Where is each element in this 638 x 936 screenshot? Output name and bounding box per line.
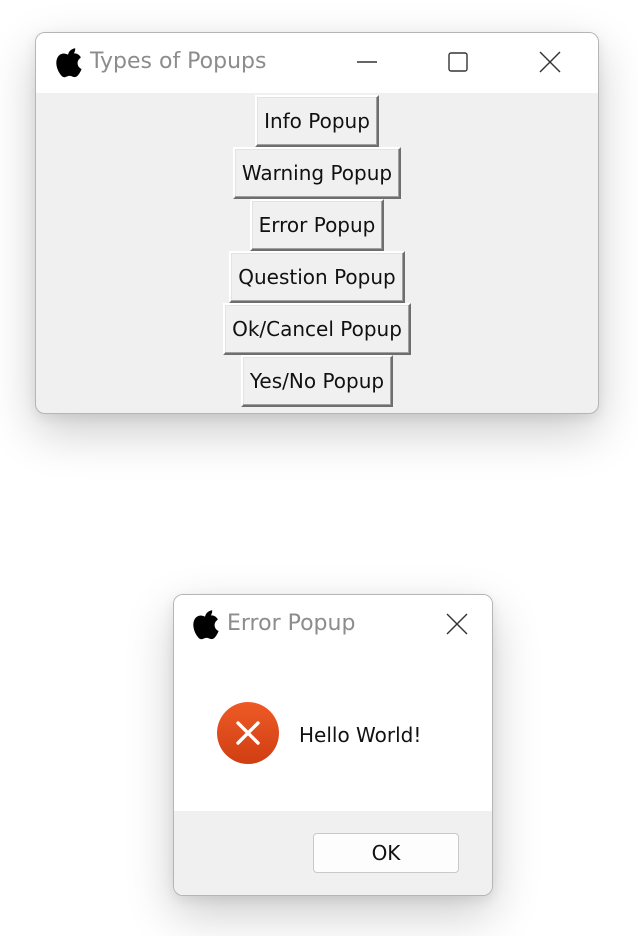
close-button[interactable] — [535, 47, 565, 77]
dialog-message: Hello World! — [299, 723, 422, 747]
question-popup-button[interactable]: Question Popup — [229, 251, 405, 303]
minimize-button[interactable] — [352, 47, 382, 77]
error-popup-button[interactable]: Error Popup — [249, 199, 385, 251]
dialog-title: Error Popup — [227, 611, 356, 636]
error-icon — [217, 702, 279, 764]
popup-button-list: Info Popup Warning Popup Error Popup Que… — [36, 94, 598, 407]
maximize-button[interactable] — [443, 47, 473, 77]
maximize-icon — [448, 52, 468, 72]
close-icon — [446, 613, 468, 635]
yes-no-popup-button[interactable]: Yes/No Popup — [240, 355, 394, 407]
dialog-close-button[interactable] — [442, 609, 472, 639]
ok-cancel-popup-button[interactable]: Ok/Cancel Popup — [223, 303, 411, 355]
close-icon — [539, 51, 561, 73]
apple-logo-icon — [56, 48, 82, 78]
ok-button[interactable]: OK — [313, 833, 459, 873]
warning-popup-button[interactable]: Warning Popup — [232, 147, 402, 199]
error-dialog: Error Popup Hello World! OK — [173, 594, 493, 896]
info-popup-button[interactable]: Info Popup — [255, 95, 379, 147]
apple-logo-icon — [193, 610, 219, 640]
window-title: Types of Popups — [90, 49, 267, 74]
dialog-footer: OK — [174, 811, 492, 895]
dialog-title-bar[interactable]: Error Popup — [174, 595, 492, 655]
main-window: Types of Popups Info Popup Warning Popup… — [35, 32, 599, 414]
title-bar[interactable]: Types of Popups — [36, 33, 598, 93]
minimize-icon — [357, 61, 377, 63]
